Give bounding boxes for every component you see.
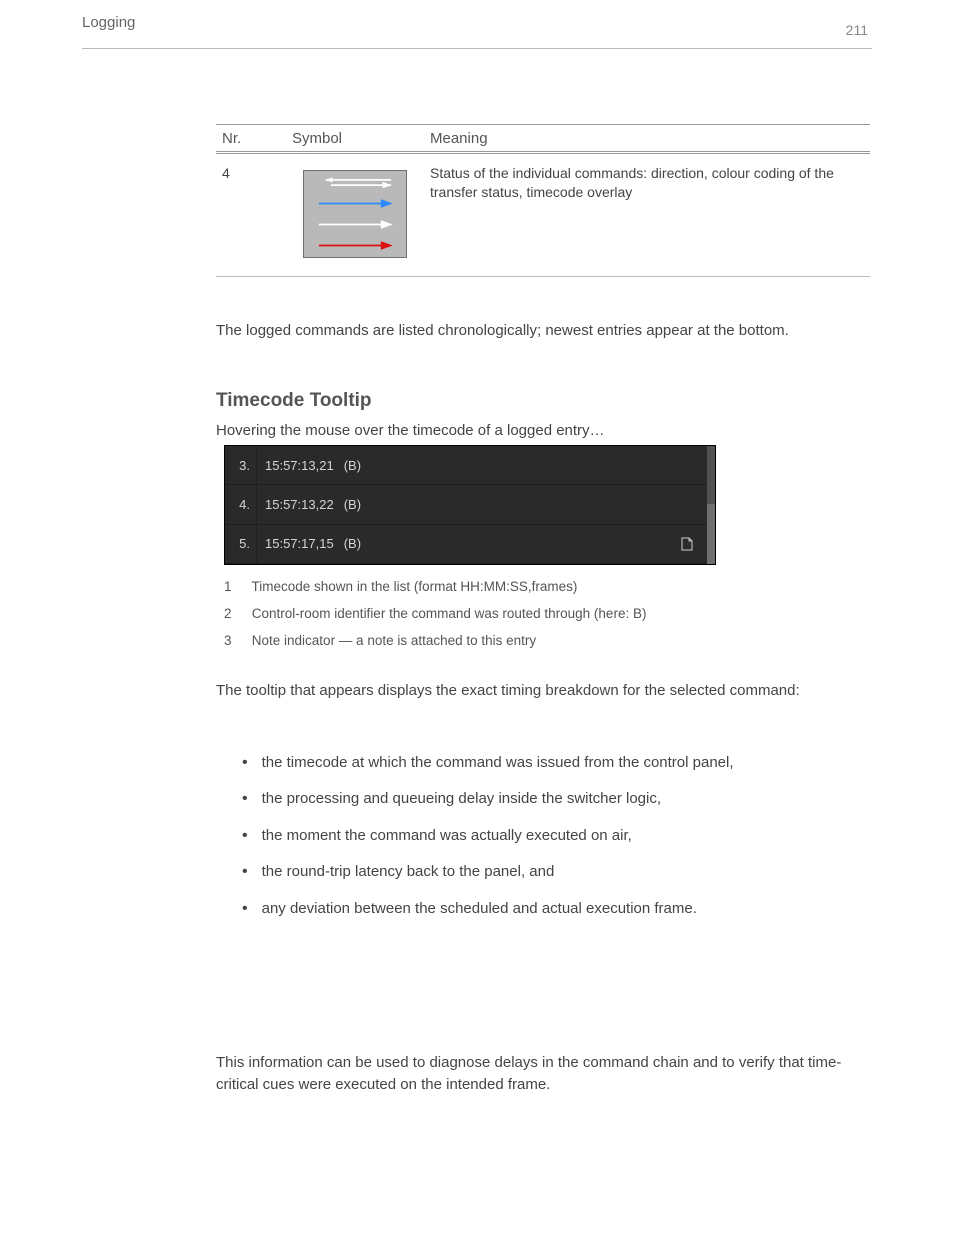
table-row: 4 [216, 153, 870, 277]
bullet-icon [242, 898, 248, 920]
paragraph: The logged commands are listed chronolog… [216, 320, 870, 342]
bullet-list: the timecode at which the command was is… [242, 752, 862, 934]
header-section: Logging [82, 14, 135, 31]
list-item-text: the processing and queueing delay inside… [262, 788, 661, 810]
row-index: 4. [225, 485, 257, 523]
callout-num: 1 [224, 578, 248, 597]
callout-num: 3 [224, 632, 248, 651]
callout-list: 1 Timecode shown in the list (format HH:… [224, 578, 724, 659]
cell-symbol [286, 153, 424, 277]
scrollbar-thumb[interactable] [707, 504, 715, 564]
paragraph: This information can be used to diagnose… [216, 1052, 870, 1096]
bullet-icon [242, 861, 248, 883]
list-item-text: the moment the command was actually exec… [262, 825, 632, 847]
callout-item: 3 Note indicator — a note is attached to… [224, 632, 724, 651]
bullet-icon [242, 788, 248, 810]
note-icon[interactable] [681, 537, 693, 551]
callout-text: Control-room identifier the command was … [252, 606, 647, 621]
log-row[interactable]: 5. 15:57:17,15 (B) [225, 525, 715, 564]
row-timecode: 15:57:13,22 [257, 497, 334, 512]
table-header-nr: Nr. [216, 125, 286, 153]
table-header-meaning: Meaning [424, 125, 870, 153]
callout-item: 1 Timecode shown in the list (format HH:… [224, 578, 724, 597]
list-item: any deviation between the scheduled and … [242, 898, 862, 920]
list-item: the moment the command was actually exec… [242, 825, 862, 847]
paragraph: The tooltip that appears displays the ex… [216, 680, 870, 702]
bullet-icon [242, 752, 248, 774]
list-item-text: any deviation between the scheduled and … [262, 898, 697, 920]
horizontal-rule [82, 48, 872, 49]
timing-arrows-icon [303, 170, 407, 258]
row-suffix: (B) [334, 458, 361, 473]
row-timecode: 15:57:17,15 [257, 536, 334, 551]
table-header-symbol: Symbol [286, 125, 424, 153]
list-item-text: the timecode at which the command was is… [262, 752, 734, 774]
log-row[interactable]: 3. 15:57:13,21 (B) [225, 446, 715, 485]
callout-item: 2 Control-room identifier the command wa… [224, 605, 724, 624]
page-number: 211 [846, 22, 868, 38]
list-item-text: the round-trip latency back to the panel… [262, 861, 555, 883]
row-index: 5. [225, 525, 257, 563]
cell-meaning: Status of the individual commands: direc… [424, 153, 870, 277]
row-suffix: (B) [334, 497, 361, 512]
list-item: the timecode at which the command was is… [242, 752, 862, 774]
list-item: the processing and queueing delay inside… [242, 788, 862, 810]
list-item: the round-trip latency back to the panel… [242, 861, 862, 883]
symbols-table: Nr. Symbol Meaning 4 [216, 124, 870, 277]
callout-num: 2 [224, 605, 248, 624]
scrollbar[interactable] [707, 446, 715, 564]
log-row[interactable]: 4. 15:57:13,22 (B) [225, 485, 715, 524]
log-list-panel: 3. 15:57:13,21 (B) 4. 15:57:13,22 (B) 5.… [224, 445, 716, 565]
subheading: Timecode Tooltip [216, 390, 372, 412]
callout-text: Timecode shown in the list (format HH:MM… [252, 579, 578, 594]
row-suffix: (B) [334, 536, 361, 551]
row-timecode: 15:57:13,21 [257, 458, 334, 473]
row-index: 3. [225, 446, 257, 484]
paragraph: Hovering the mouse over the timecode of … [216, 422, 716, 439]
bullet-icon [242, 825, 248, 847]
cell-nr: 4 [216, 153, 286, 277]
callout-text: Note indicator — a note is attached to t… [252, 633, 536, 648]
